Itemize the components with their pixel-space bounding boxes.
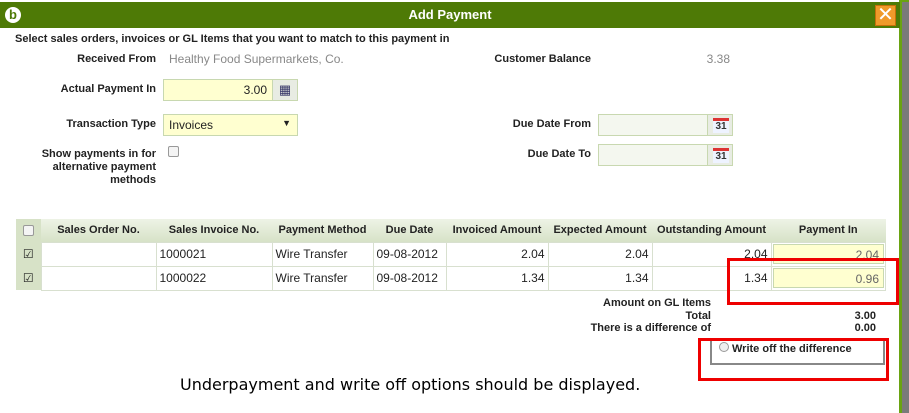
col-payment-method: Payment Method xyxy=(272,219,373,242)
method-cell: Wire Transfer xyxy=(271,241,374,267)
due-date-cell: 09-08-2012 xyxy=(372,241,447,267)
customer-balance-value: 3.38 xyxy=(706,52,730,66)
title-bar: Add Payment b ✕ xyxy=(0,2,900,28)
received-from-value: Healthy Food Supermarkets, Co. xyxy=(169,52,344,66)
col-invoiced-amount: Invoiced Amount xyxy=(446,219,548,242)
expected-cell: 2.04 xyxy=(547,241,653,267)
transaction-type-value: Invoices xyxy=(169,118,214,132)
invoice-cell: 1000022 xyxy=(155,265,273,291)
instruction-text: Select sales orders, invoices or GL Item… xyxy=(15,33,450,45)
expected-cell: 1.34 xyxy=(547,265,653,291)
method-cell: Wire Transfer xyxy=(271,265,374,291)
due-date-cell: 09-08-2012 xyxy=(372,265,447,291)
col-expected-amount: Expected Amount xyxy=(548,219,652,242)
close-button[interactable]: ✕ xyxy=(875,5,896,26)
highlight-box xyxy=(698,338,889,381)
total-value: 3.00 xyxy=(854,310,876,322)
col-outstanding-amount: Outstanding Amount xyxy=(652,219,771,242)
dropdown-arrow-icon: ▼ xyxy=(282,118,291,128)
sales-order-cell xyxy=(40,241,157,267)
table-header: Sales Order No. Sales Invoice No. Paymen… xyxy=(16,219,886,242)
due-date-from-label: Due Date From xyxy=(512,118,591,130)
calendar-icon[interactable]: 31 xyxy=(707,115,732,135)
col-sales-invoice: Sales Invoice No. xyxy=(156,219,272,242)
invoiced-cell: 2.04 xyxy=(445,241,549,267)
transaction-type-select[interactable]: Invoices ▼ xyxy=(163,114,298,136)
dialog-title: Add Payment xyxy=(408,7,492,22)
col-payment-in: Payment In xyxy=(771,219,886,242)
transaction-type-label: Transaction Type xyxy=(66,118,156,130)
row-checkbox[interactable]: ☑ xyxy=(16,266,41,290)
annotation-text: Underpayment and write off options shoul… xyxy=(180,375,641,394)
select-all-checkbox[interactable] xyxy=(23,225,34,236)
received-from-label: Received From xyxy=(77,53,156,65)
due-date-to-label: Due Date To xyxy=(527,148,591,160)
difference-value: 0.00 xyxy=(854,322,876,334)
actual-payment-label: Actual Payment In xyxy=(60,83,156,95)
total-label: Total xyxy=(685,310,711,322)
show-alt-methods-label: Show payments in for alternative payment… xyxy=(41,148,156,186)
add-payment-dialog: Add Payment b ✕ Select sales orders, inv… xyxy=(0,0,902,413)
calculator-icon[interactable]: ▦ xyxy=(272,80,297,100)
gl-items-label: Amount on GL Items xyxy=(603,297,711,309)
due-date-to-input[interactable]: 31 xyxy=(598,144,733,166)
due-date-from-input[interactable]: 31 xyxy=(598,114,733,136)
sales-order-cell xyxy=(40,265,157,291)
highlight-box xyxy=(727,258,899,305)
invoiced-cell: 1.34 xyxy=(445,265,549,291)
invoice-cell: 1000021 xyxy=(155,241,273,267)
col-due-date: Due Date xyxy=(373,219,446,242)
difference-label: There is a difference of xyxy=(590,322,711,334)
show-alt-methods-checkbox[interactable] xyxy=(168,146,179,157)
row-checkbox[interactable]: ☑ xyxy=(16,242,41,266)
app-logo-icon: b xyxy=(5,7,21,23)
actual-payment-value: 3.00 xyxy=(243,83,267,97)
actual-payment-input[interactable]: 3.00 ▦ xyxy=(163,79,298,101)
calendar-icon[interactable]: 31 xyxy=(707,145,732,165)
col-sales-order: Sales Order No. xyxy=(41,219,156,242)
customer-balance-label: Customer Balance xyxy=(494,53,591,65)
